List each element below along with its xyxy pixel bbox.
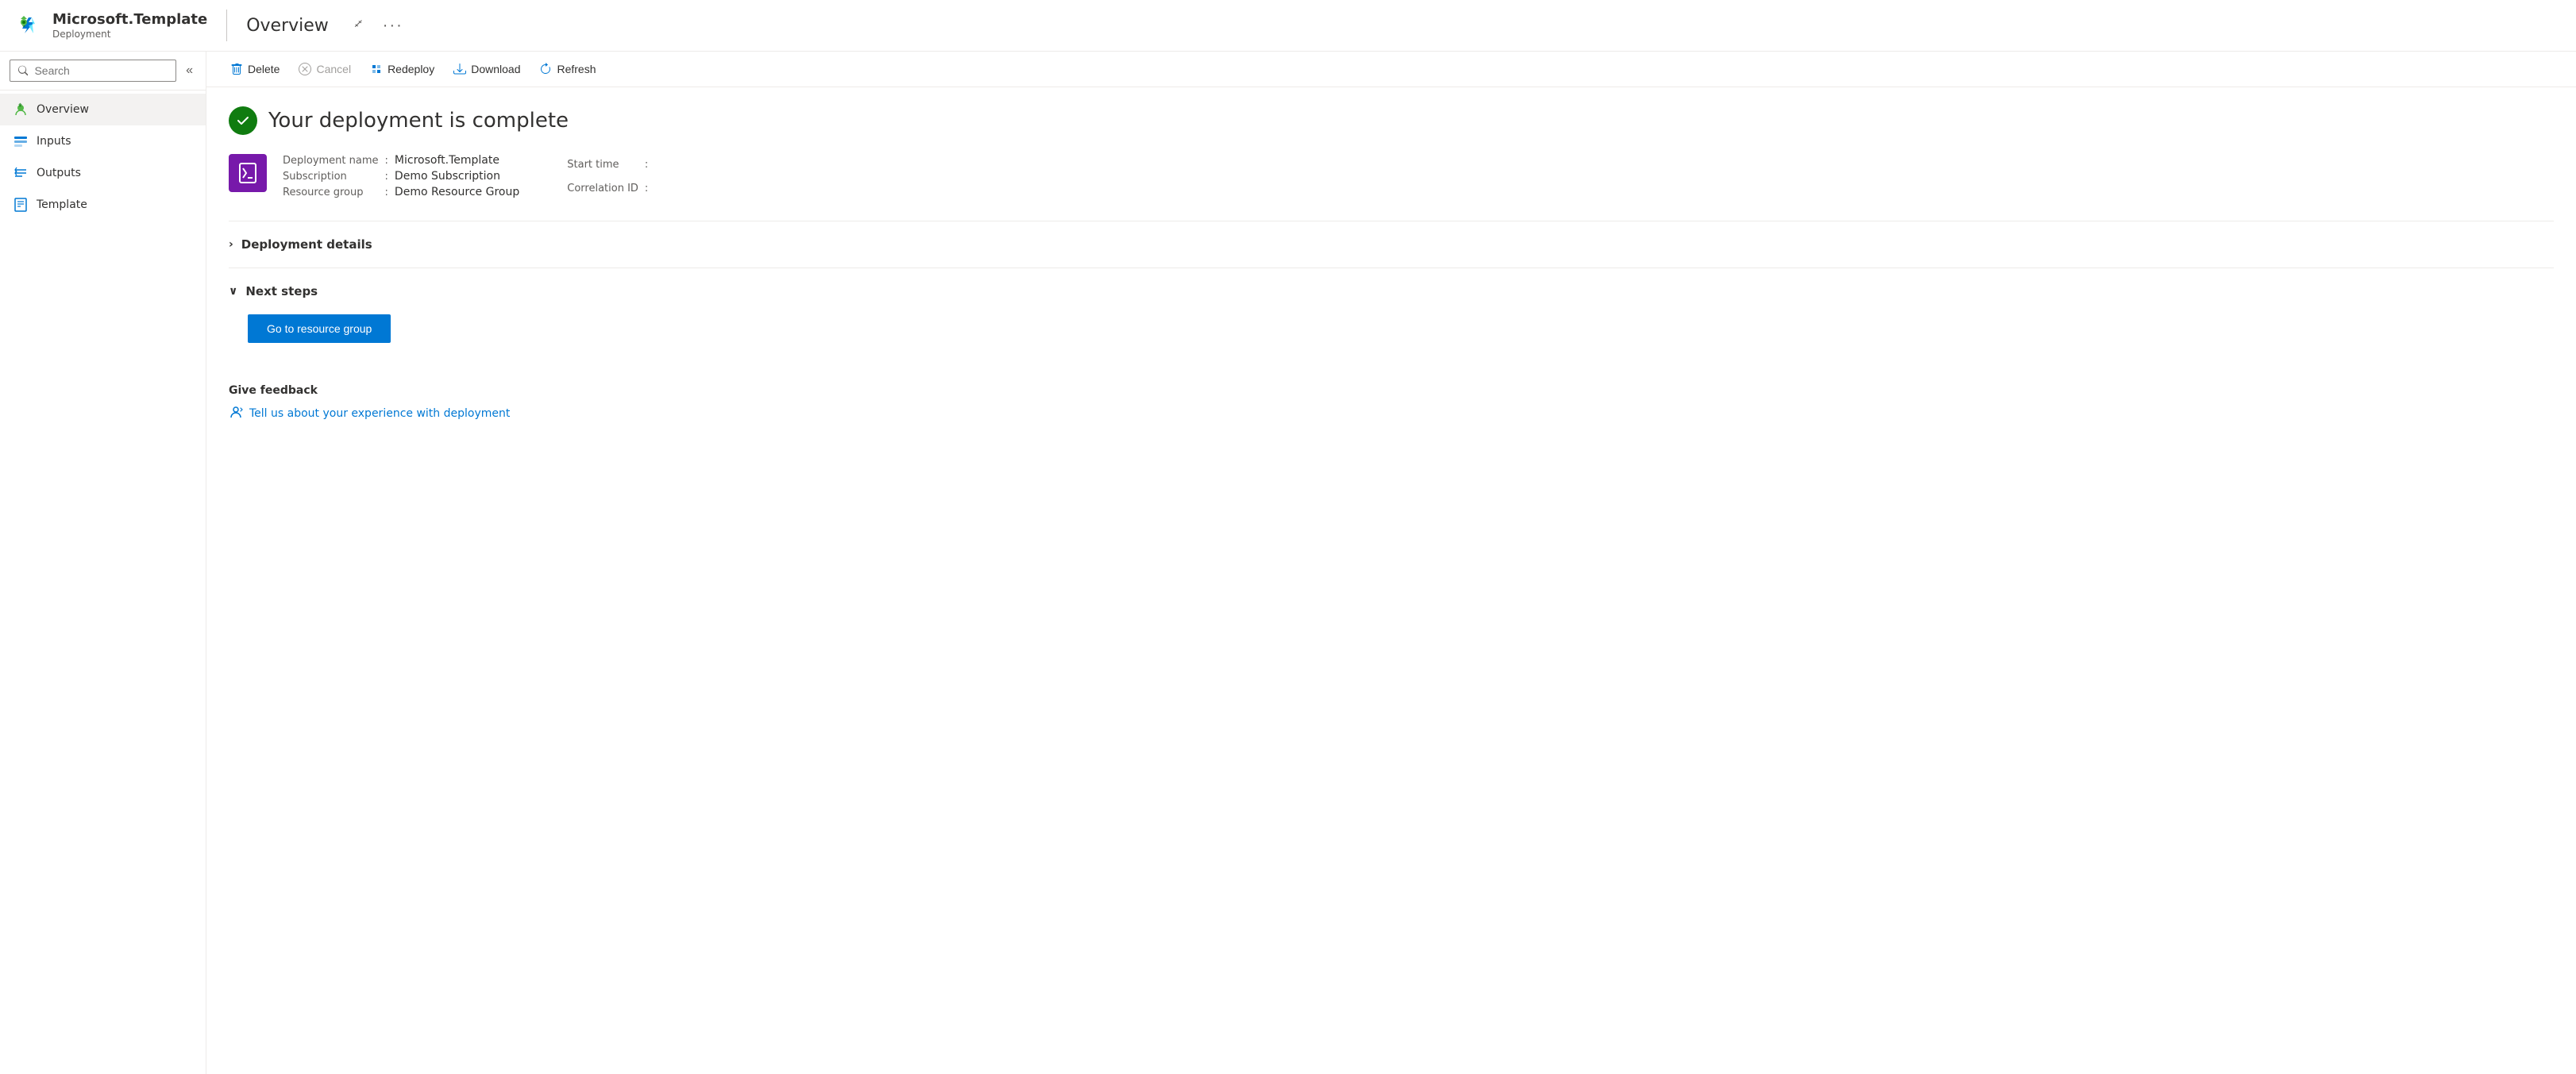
sidebar-item-template-label: Template xyxy=(37,198,87,211)
deployment-details-title: Deployment details xyxy=(241,237,372,252)
pin-icon xyxy=(354,19,367,32)
azure-logo-icon xyxy=(16,11,44,40)
redeploy-icon xyxy=(370,63,383,75)
collapse-button[interactable]: « xyxy=(183,60,196,81)
sidebar-item-inputs[interactable]: Inputs xyxy=(0,125,206,157)
header-title-block: Microsoft.Template Deployment xyxy=(52,11,207,40)
search-icon xyxy=(18,65,28,76)
next-steps-header[interactable]: ∨ Next steps xyxy=(229,281,2554,302)
download-label: Download xyxy=(471,63,520,75)
delete-label: Delete xyxy=(248,63,280,75)
overview-icon xyxy=(13,102,29,117)
redeploy-button[interactable]: Redeploy xyxy=(362,58,442,80)
page-content: Your deployment is complete Deployment n xyxy=(206,87,2576,1074)
search-container: « xyxy=(0,52,206,90)
next-steps-title: Next steps xyxy=(245,284,318,298)
header-logo: Microsoft.Template Deployment xyxy=(16,11,207,40)
template-icon xyxy=(13,197,29,213)
sep5: : xyxy=(645,183,648,194)
sidebar: « Overview xyxy=(0,52,206,1074)
feedback-link-label: Tell us about your experience with deplo… xyxy=(249,407,510,420)
checkmark-icon xyxy=(235,113,251,129)
pin-button[interactable] xyxy=(348,14,373,37)
app-subtitle: Deployment xyxy=(52,29,207,40)
sidebar-nav: Overview Inputs xyxy=(0,90,206,224)
deployment-name-label: Deployment name xyxy=(283,155,379,167)
deployment-details-section: › Deployment details xyxy=(229,221,2554,268)
main-layout: « Overview xyxy=(0,52,2576,1074)
download-button[interactable]: Download xyxy=(445,58,528,80)
header-actions: ··· xyxy=(348,13,410,38)
sidebar-item-overview[interactable]: Overview xyxy=(0,94,206,125)
deployment-details-header[interactable]: › Deployment details xyxy=(229,234,2554,255)
refresh-icon xyxy=(539,63,552,75)
person-feedback-icon xyxy=(229,405,243,419)
deployment-details-chevron: › xyxy=(229,238,233,251)
deployment-fields-container: Deployment name : Microsoft.Template Sub… xyxy=(283,154,654,198)
sep4: : xyxy=(645,159,648,171)
sep1: : xyxy=(385,155,388,167)
deployment-info: Deployment name : Microsoft.Template Sub… xyxy=(229,154,2554,198)
resource-group-label: Resource group xyxy=(283,187,379,198)
refresh-button[interactable]: Refresh xyxy=(531,58,604,80)
deployment-fields-left: Deployment name : Microsoft.Template Sub… xyxy=(283,154,519,198)
subscription-value: Demo Subscription xyxy=(395,170,519,183)
success-banner: Your deployment is complete xyxy=(229,106,2554,135)
collapse-icon: « xyxy=(186,64,193,77)
sidebar-item-inputs-label: Inputs xyxy=(37,135,71,148)
search-input-wrapper[interactable] xyxy=(10,60,176,82)
subscription-label: Subscription xyxy=(283,171,379,183)
correlation-id-label: Correlation ID xyxy=(567,183,638,194)
sidebar-item-outputs-label: Outputs xyxy=(37,167,81,179)
inputs-icon xyxy=(13,133,29,149)
header-divider xyxy=(226,10,227,41)
feedback-title: Give feedback xyxy=(229,384,2554,397)
page-title: Overview xyxy=(246,16,329,36)
sep2: : xyxy=(385,171,388,183)
success-icon xyxy=(229,106,257,135)
next-steps-section: ∨ Next steps Go to resource group xyxy=(229,268,2554,356)
header: Microsoft.Template Deployment Overview ·… xyxy=(0,0,2576,52)
delete-button[interactable]: Delete xyxy=(222,58,287,80)
content-area: Delete Cancel xyxy=(206,52,2576,1074)
redeploy-label: Redeploy xyxy=(388,63,434,75)
app-title: Microsoft.Template xyxy=(52,11,207,29)
deployment-logo-icon xyxy=(229,154,267,192)
delete-icon xyxy=(230,63,243,75)
resource-group-value: Demo Resource Group xyxy=(395,186,519,198)
search-input[interactable] xyxy=(34,64,168,77)
download-icon xyxy=(453,63,466,75)
next-steps-content: Go to resource group xyxy=(229,314,2554,343)
refresh-label: Refresh xyxy=(557,63,596,75)
sidebar-item-template[interactable]: Template xyxy=(0,189,206,221)
deployment-name-value: Microsoft.Template xyxy=(395,154,519,167)
start-time-label: Start time xyxy=(567,159,638,171)
go-to-resource-group-button[interactable]: Go to resource group xyxy=(248,314,391,343)
more-button[interactable]: ··· xyxy=(376,13,410,38)
sidebar-item-overview-label: Overview xyxy=(37,103,89,116)
outputs-icon xyxy=(13,165,29,181)
app-container: Microsoft.Template Deployment Overview ·… xyxy=(0,0,2576,1074)
cancel-button[interactable]: Cancel xyxy=(291,58,359,80)
deployment-fields-right: Start time : Correlation ID : xyxy=(567,154,654,198)
success-title: Your deployment is complete xyxy=(268,109,569,133)
feedback-section: Give feedback Tell us about your experie… xyxy=(229,371,2554,422)
feedback-icon xyxy=(229,405,243,422)
toolbar: Delete Cancel xyxy=(206,52,2576,87)
template-deployment-icon xyxy=(237,162,259,184)
cancel-icon xyxy=(299,63,311,75)
sep3: : xyxy=(385,187,388,198)
more-icon: ··· xyxy=(383,17,403,33)
sidebar-item-outputs[interactable]: Outputs xyxy=(0,157,206,189)
feedback-link[interactable]: Tell us about your experience with deplo… xyxy=(229,405,2554,422)
cancel-label: Cancel xyxy=(316,63,351,75)
next-steps-chevron: ∨ xyxy=(229,285,237,298)
